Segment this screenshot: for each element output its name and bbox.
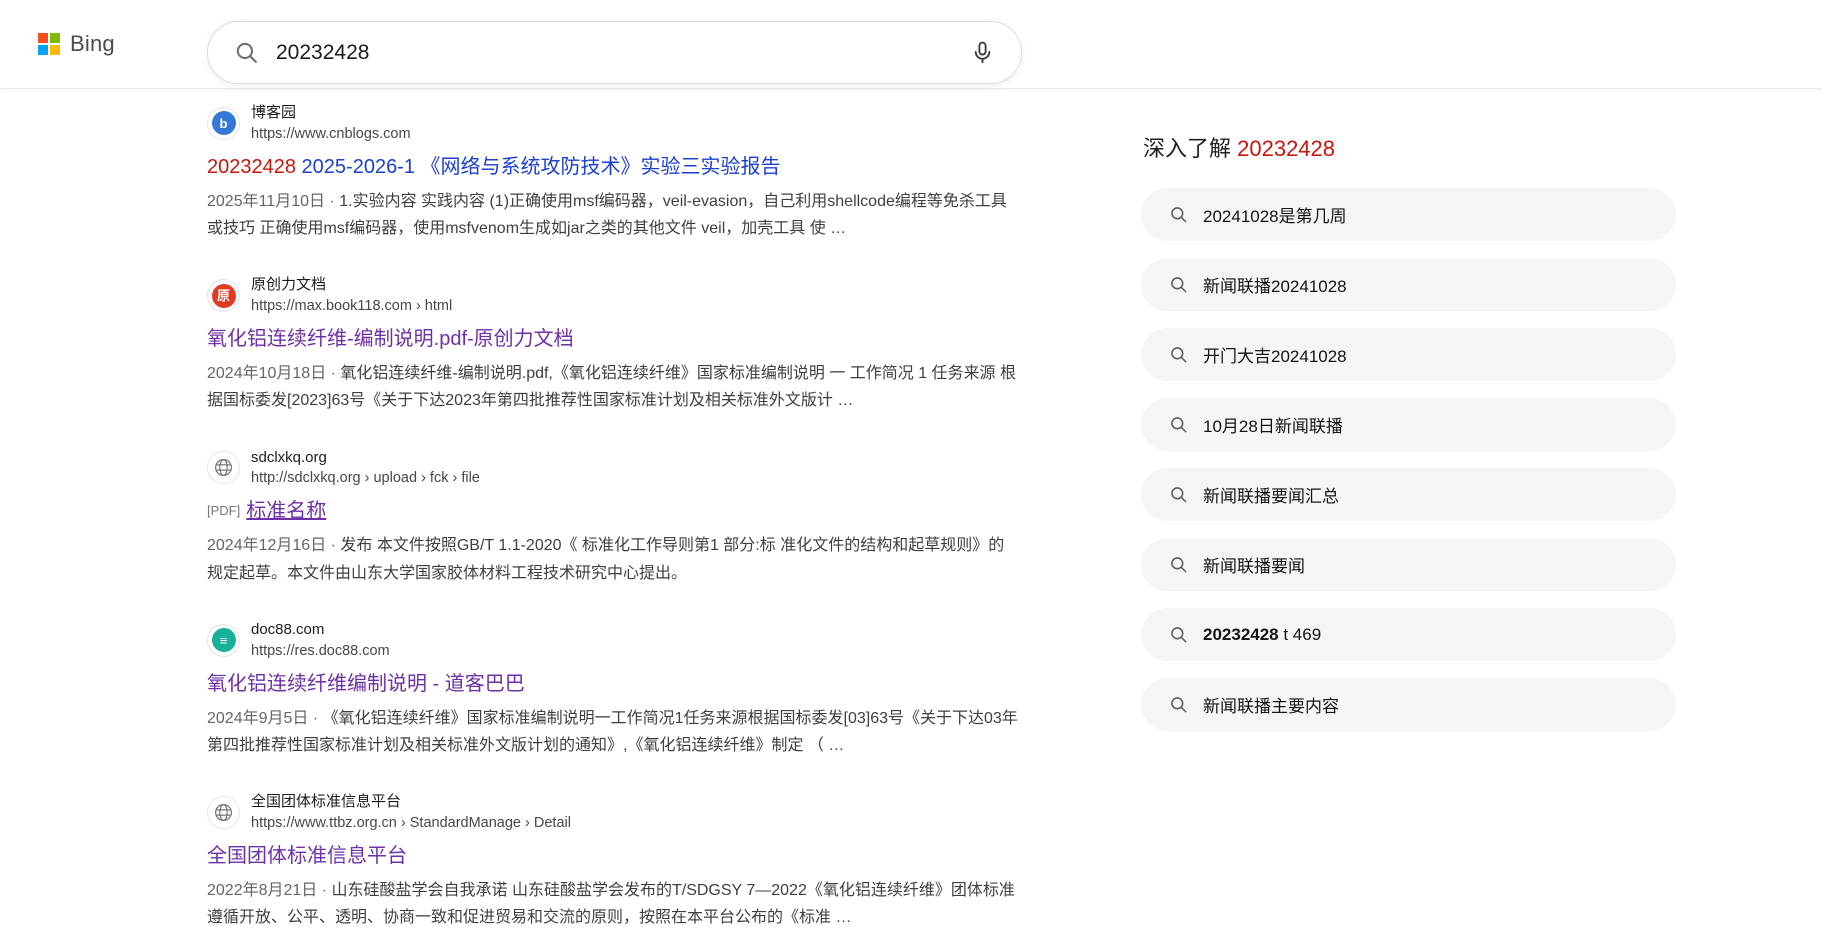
result-date: 2024年9月5日 · xyxy=(207,709,319,727)
attribution-text: 全国团体标准信息平台 https://www.ttbz.org.cn › Stan… xyxy=(251,793,571,832)
result-title-link[interactable]: 20232428 2025-2026-1 《网络与系统攻防技术》实验三实验报告 xyxy=(207,154,1022,181)
related-search-pill[interactable]: 新闻联播要闻汇总 xyxy=(1141,468,1676,521)
related-heading-prefix: 深入了解 xyxy=(1143,136,1238,161)
related-searches-list: 20241028是第几周 新闻联播20241028 开门大吉20241028 10月2… xyxy=(1141,188,1678,731)
search-result: ≡ doc88.com https://res.doc88.com 氧化铝连续纤维编制… xyxy=(207,621,1022,759)
related-search-pill[interactable]: 20232428 t 469 xyxy=(1141,608,1676,661)
result-snippet: 2022年8月21日 · 山东硅酸盐学会自我承诺 山东硅酸盐学会发布的T/SDG… xyxy=(207,881,1015,927)
related-search-label: 新闻联播主要内容 xyxy=(1203,697,1339,716)
related-searches-heading: 深入了解 20232428 xyxy=(1143,131,1678,163)
bing-logo[interactable]: Bing xyxy=(38,31,115,57)
site-name: 全国团体标准信息平台 xyxy=(251,793,402,810)
related-search-bold-term: 20232428 xyxy=(1203,624,1279,644)
attribution-text: 原创力文档 https://max.book118.com › html xyxy=(251,276,452,315)
search-icon xyxy=(1169,205,1188,224)
related-search-label: 新闻联播要闻汇总 xyxy=(1203,487,1339,506)
related-search-pill[interactable]: 开门大吉20241028 xyxy=(1141,328,1676,381)
result-date: 2024年12月16日 · xyxy=(207,537,336,555)
result-title-text: 氧化铝连续纤维-编制说明.pdf-原创力文档 xyxy=(207,328,574,351)
search-result: 全国团体标准信息平台 https://www.ttbz.org.cn › Stan… xyxy=(207,793,1022,931)
globe-favicon-icon xyxy=(207,451,240,485)
related-search-pill[interactable]: 新闻联播要闻 xyxy=(1141,538,1676,591)
result-title-link[interactable]: 氧化铝连续纤维-编制说明.pdf-原创力文档 xyxy=(207,326,1022,353)
pdf-badge: [PDF] xyxy=(207,503,241,519)
result-attribution[interactable]: b 博客园 https://www.cnblogs.com xyxy=(207,104,1022,143)
result-title-text: 氧化铝连续纤维编制说明 - 道客巴巴 xyxy=(207,672,525,695)
result-attribution[interactable]: sdclxkq.org http://sdclxkq.org › upload ›… xyxy=(207,449,1022,488)
search-icon xyxy=(1169,345,1188,364)
attribution-text: doc88.com https://res.doc88.com xyxy=(251,621,390,660)
result-title-link[interactable]: 氧化铝连续纤维编制说明 - 道客巴巴 xyxy=(207,671,1022,698)
search-icon xyxy=(1169,485,1188,504)
bing-wordmark: Bing xyxy=(70,31,115,56)
site-name: 博客园 xyxy=(251,104,297,121)
microsoft-logo-icon xyxy=(38,33,60,55)
site-url: https://www.cnblogs.com xyxy=(251,125,411,142)
result-title-link[interactable]: [PDF] 标准名称 xyxy=(207,498,1022,525)
search-icon xyxy=(1169,415,1188,434)
related-search-label: 20241028是第几周 xyxy=(1203,207,1347,226)
result-snippet: 2024年12月16日 · 发布 本文件按照GB/T 1.1-2020《 标准化… xyxy=(207,537,1005,582)
related-search-label: 10月28日新闻联播 xyxy=(1203,417,1343,436)
related-search-pill[interactable]: 新闻联播20241028 xyxy=(1141,258,1676,311)
site-url: https://res.doc88.com xyxy=(251,642,390,659)
site-name: doc88.com xyxy=(251,620,325,638)
result-snippet: 2024年10月18日 · 氧化铝连续纤维-编制说明.pdf,《氧化铝连续纤维》… xyxy=(207,365,1017,410)
attribution-text: 博客园 https://www.cnblogs.com xyxy=(251,104,411,143)
site-name: 原创力文档 xyxy=(251,276,327,294)
search-result: b 博客园 https://www.cnblogs.com 20232428 2025… xyxy=(207,104,1022,242)
result-snippet: 2024年9月5日 · 《氧化铝连续纤维》国家标准编制说明一工作简况1任务来源根… xyxy=(207,709,1018,754)
result-title-match: 20232428 xyxy=(207,155,296,178)
search-input[interactable] xyxy=(276,40,970,65)
search-box[interactable] xyxy=(207,21,1022,84)
site-url: http://sdclxkq.org › upload › fck › file xyxy=(251,470,480,487)
site-url: https://www.ttbz.org.cn › StandardManage… xyxy=(251,814,571,831)
related-heading-query: 20232428 xyxy=(1237,136,1336,161)
result-attribution[interactable]: 原原创力文档 https://max.book118.com › html xyxy=(207,276,1022,315)
attribution-text: sdclxkq.org http://sdclxkq.org › upload ›… xyxy=(251,449,480,488)
search-icon xyxy=(1169,625,1188,644)
related-search-label: 新闻联播20241028 xyxy=(1203,277,1347,296)
search-result: sdclxkq.org http://sdclxkq.org › upload ›… xyxy=(207,449,1022,587)
site-url: https://max.book118.com › html xyxy=(251,298,453,314)
search-result: 原原创力文档 https://max.book118.com › html 氧化铝连… xyxy=(207,276,1022,414)
search-icon xyxy=(234,40,259,65)
result-title-link[interactable]: 全国团体标准信息平台 xyxy=(207,843,1022,870)
result-date: 2024年10月18日 · xyxy=(207,365,336,383)
page-body: b 博客园 https://www.cnblogs.com 20232428 2025… xyxy=(0,89,1822,941)
result-attribution[interactable]: ≡ doc88.com https://res.doc88.com xyxy=(207,621,1022,660)
doc88-favicon-icon: ≡ xyxy=(207,623,240,657)
result-title-text: 标准名称 xyxy=(246,500,327,523)
search-icon xyxy=(1169,275,1188,294)
result-attribution[interactable]: 全国团体标准信息平台 https://www.ttbz.org.cn › Stan… xyxy=(207,793,1022,832)
related-search-label: 新闻联播要闻 xyxy=(1203,557,1305,576)
result-title-text: 全国团体标准信息平台 xyxy=(207,844,407,867)
related-search-pill[interactable]: 新闻联播主要内容 xyxy=(1141,678,1676,731)
search-results-column: b 博客园 https://www.cnblogs.com 20232428 2025… xyxy=(207,104,1022,941)
microphone-icon[interactable] xyxy=(970,40,995,65)
search-icon xyxy=(1169,695,1188,714)
top-bar: Bing xyxy=(0,0,1822,89)
site-name: sdclxkq.org xyxy=(251,448,327,466)
related-search-label: 开门大吉20241028 xyxy=(1203,347,1347,366)
globe-favicon-icon xyxy=(207,795,240,829)
related-searches-panel: 深入了解 20232428 20241028是第几周 新闻联播20241028 开门… xyxy=(1141,104,1678,748)
result-title-text: 2025-2026-1 《网络与系统攻防技术》实验三实验报告 xyxy=(295,155,781,178)
related-search-pill[interactable]: 20241028是第几周 xyxy=(1141,188,1676,241)
result-date: 2025年11月10日 · xyxy=(207,192,335,210)
result-date: 2022年8月21日 · xyxy=(207,881,328,899)
related-search-label: 20232428 t 469 xyxy=(1203,624,1322,644)
cnblogs-favicon-icon: b xyxy=(207,106,240,140)
related-search-pill[interactable]: 10月28日新闻联播 xyxy=(1141,398,1676,451)
search-icon xyxy=(1169,555,1188,574)
result-snippet: 2025年11月10日 · 1.实验内容 实践内容 (1)正确使用msf编码器，… xyxy=(207,192,1007,238)
book118-favicon-icon: 原 xyxy=(207,279,240,313)
